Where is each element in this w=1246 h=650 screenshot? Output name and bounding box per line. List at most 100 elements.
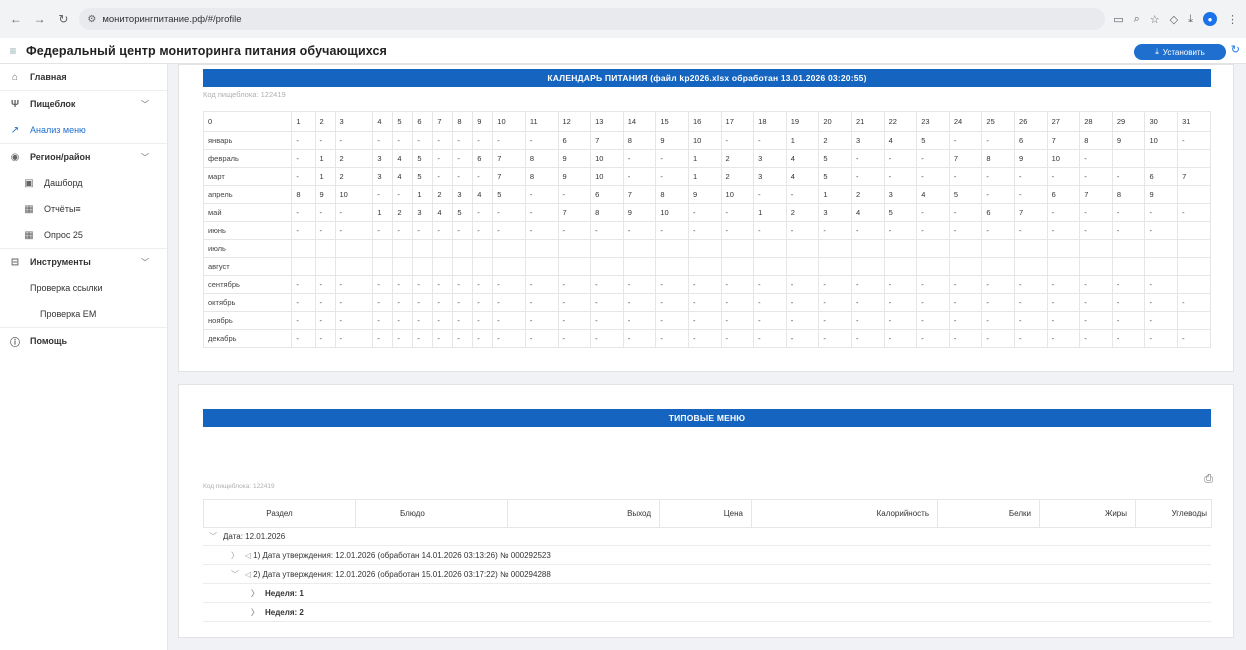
calendar-day-cell: - xyxy=(1079,293,1113,312)
menus-tree: ﹀ Дата: 12.01.2026 〉 ◁ 1) Дата утверждения: … xyxy=(203,527,1211,622)
calendar-day-cell: - xyxy=(524,311,559,330)
column-header-yield[interactable]: Выход xyxy=(507,499,660,528)
tree-node[interactable]: 〉 ◁ 1) Дата утверждения: 12.01.2026 (обраб… xyxy=(203,546,1211,565)
sidebar-item-reports[interactable]: ▦ Отчёты≡ xyxy=(0,196,167,222)
tree-node-label: 2) Дата утверждения: 12.01.2026 (обработ… xyxy=(253,569,551,579)
calendar-day-cell: - xyxy=(452,311,474,330)
refresh-icon[interactable]: ↻ xyxy=(1231,43,1240,56)
calendar-day-cell xyxy=(720,239,755,258)
calendar-day-cell: - xyxy=(948,311,983,330)
calendar-day-cell: - xyxy=(334,275,374,294)
address-bar[interactable]: ⚙ мониторингпитание.рф/#/profile xyxy=(79,8,1106,30)
calendar-day-cell: 10 xyxy=(590,149,624,168)
calendar-day-cell: - xyxy=(883,221,918,240)
sidebar-item-menu-analysis[interactable]: ↗ Анализ меню xyxy=(0,117,167,143)
calendar-day-cell xyxy=(314,239,336,258)
calendar-day-cell: - xyxy=(557,275,592,294)
calendar-day-cell: - xyxy=(818,311,852,330)
download-icon: ⤓ xyxy=(1155,47,1159,56)
column-header-calories[interactable]: Калорийность xyxy=(751,499,938,528)
calendar-day-cell: - xyxy=(1177,203,1211,222)
calendar-day-cell: 4 xyxy=(392,149,414,168)
calendar-day-cell: - xyxy=(432,167,454,186)
install-button[interactable]: ⤓ Установить xyxy=(1134,44,1226,60)
calendar-day-cell: 9 xyxy=(622,203,657,222)
calendar-day-cell: - xyxy=(1046,221,1081,240)
cast-icon[interactable]: ▭ xyxy=(1113,13,1123,26)
reload-icon[interactable]: ↻ xyxy=(56,11,72,27)
home-icon: ⌂ xyxy=(11,71,19,83)
chevron-right-icon[interactable]: 〉 xyxy=(251,588,261,599)
zoom-icon[interactable]: ⌕ xyxy=(1134,13,1140,26)
calendar-day-cell xyxy=(372,239,394,258)
bookmark-star-icon[interactable]: ☆ xyxy=(1150,13,1160,26)
calendar-day-cell: - xyxy=(948,293,983,312)
column-header-section[interactable]: Раздел xyxy=(203,499,356,528)
column-header-dish[interactable]: Блюдо xyxy=(355,499,508,528)
calendar-day-cell xyxy=(590,239,624,258)
sidebar-item-label: Пищеблок xyxy=(30,99,76,109)
calendar-day-cell xyxy=(622,257,657,276)
calendar-day-cell: 9 xyxy=(655,131,689,150)
calendar-day-cell: - xyxy=(818,275,852,294)
extensions-icon[interactable]: ◇ xyxy=(1170,13,1178,26)
sidebar-item-food-unit[interactable]: Ψ Пищеблок ﹀ xyxy=(0,91,167,117)
calendar-day-cell xyxy=(524,257,559,276)
calendar-day-cell: - xyxy=(492,275,526,294)
forward-icon[interactable]: → xyxy=(32,11,48,27)
calendar-header-cell: 27 xyxy=(1046,111,1081,132)
profile-avatar-icon[interactable]: ● xyxy=(1203,12,1217,26)
column-header-fats[interactable]: Жиры xyxy=(1039,499,1136,528)
calendar-day-cell: - xyxy=(883,149,918,168)
back-icon[interactable]: ← xyxy=(8,11,24,27)
column-header-carbs[interactable]: Углеводы xyxy=(1135,499,1212,528)
sidebar-item-dashboard[interactable]: ▣ Дашборд xyxy=(0,170,167,196)
sidebar-item-link-check[interactable]: Проверка ссылки xyxy=(0,275,167,301)
column-header-proteins[interactable]: Белки xyxy=(937,499,1040,528)
chevron-right-icon[interactable]: 〉 xyxy=(231,550,241,561)
column-header-price[interactable]: Цена xyxy=(659,499,752,528)
calendar-row: февраль -1 2 3 4 5- -6 7 8 9 10- -1 2 3 4 5- - -7 8 9 10- xyxy=(202,149,1211,168)
sidebar-item-region[interactable]: ◉ Регион/район ﹀ xyxy=(0,144,167,170)
download-icon[interactable]: ⤓ xyxy=(1188,13,1193,26)
chevron-down-icon: ﹀ xyxy=(141,99,149,109)
calendar-day-cell: 8 xyxy=(524,167,559,186)
calendar-day-cell: - xyxy=(1014,293,1048,312)
sidebar-item-em-check[interactable]: Проверка ЕМ xyxy=(0,301,167,327)
calendar-day-cell: - xyxy=(622,275,657,294)
chevron-right-icon[interactable]: 〉 xyxy=(251,607,261,618)
tree-node[interactable]: 〉 Неделя: 1 xyxy=(203,584,1211,603)
calendar-day-cell: - xyxy=(785,221,820,240)
browser-menu-icon[interactable]: ⋮ xyxy=(1227,13,1238,26)
calendar-day-cell: 5 xyxy=(452,203,474,222)
calendar-month-cell: сентябрь xyxy=(202,275,293,294)
hamburger-menu-icon[interactable]: ≡ xyxy=(0,44,26,58)
sidebar-item-survey[interactable]: ▦ Опрос 25 xyxy=(0,222,167,248)
calendar-day-cell xyxy=(883,257,918,276)
calendar-day-cell: 9 xyxy=(557,167,592,186)
sidebar-item-tools[interactable]: ⊟ Инструменты ﹀ xyxy=(0,249,167,275)
calendar-day-cell: - xyxy=(981,293,1016,312)
calendar-day-cell: - xyxy=(314,329,336,348)
calendar-day-cell: 1 xyxy=(687,149,722,168)
tree-node[interactable]: ﹀ ◁ 2) Дата утверждения: 12.01.2026 (обраб… xyxy=(203,565,1211,584)
sidebar-item-home[interactable]: ⌂ Главная xyxy=(0,64,167,90)
calendar-day-cell: - xyxy=(948,131,983,150)
toolbox-icon: ⊟ xyxy=(10,256,20,268)
chevron-down-icon[interactable]: ﹀ xyxy=(209,531,219,542)
print-icon[interactable]: ⎙ xyxy=(1204,473,1213,486)
calendar-day-cell: 5 xyxy=(492,185,526,204)
calendar-day-cell xyxy=(1111,239,1146,258)
calendar-day-cell: 8 xyxy=(622,131,657,150)
calendar-month-cell: март xyxy=(202,167,293,186)
tree-node[interactable]: ﹀ Дата: 12.01.2026 xyxy=(203,527,1211,546)
calendar-row: январь - - - - - - - - - - -6 7 8 9 10- -1 2 3 4 5- -6 7 8 9 10- xyxy=(202,131,1211,150)
calendar-day-cell: - xyxy=(291,131,316,150)
calendar-day-cell: 1 xyxy=(314,149,336,168)
sidebar-item-help[interactable]: ⓘ Помощь xyxy=(0,328,167,354)
calendar-day-cell: - xyxy=(392,311,414,330)
calendar-day-cell: - xyxy=(472,221,494,240)
chevron-down-icon[interactable]: ﹀ xyxy=(231,569,241,580)
site-settings-icon[interactable]: ⚙ xyxy=(87,14,96,25)
tree-node[interactable]: 〉 Неделя: 2 xyxy=(203,603,1211,622)
